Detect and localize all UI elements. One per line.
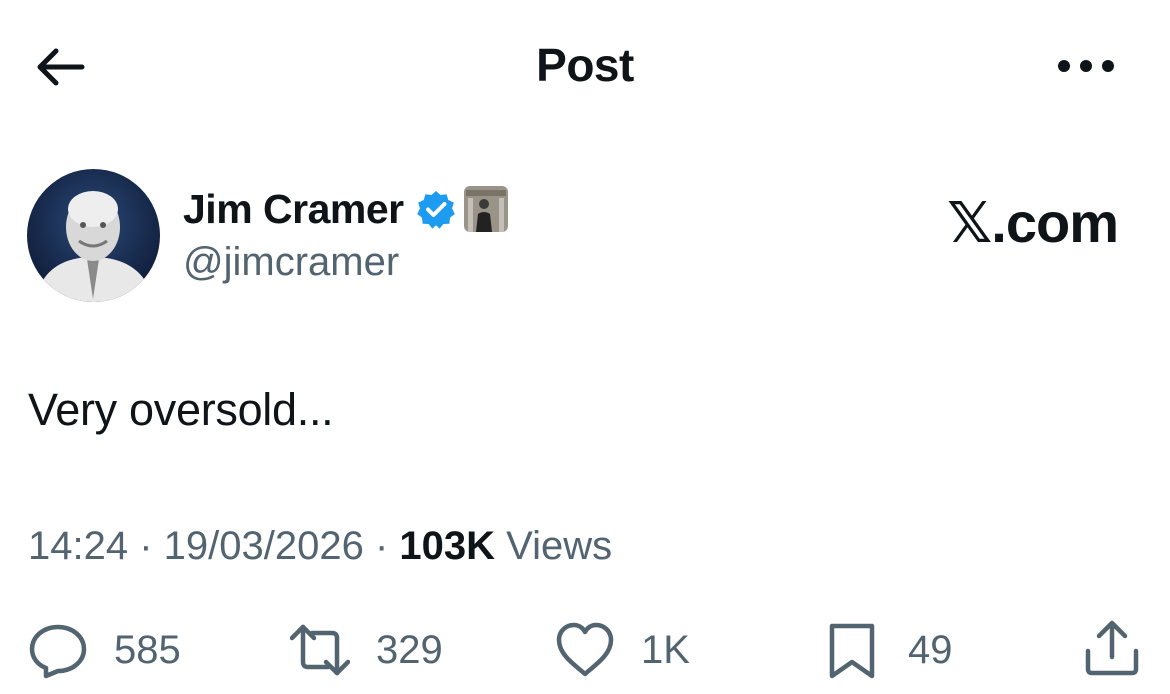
more-button[interactable] [1055,55,1117,77]
reply-button[interactable]: 585 [28,615,181,685]
avatar-image [27,169,160,302]
author-handle[interactable]: @jimcramer [183,240,399,285]
bookmark-button[interactable]: 49 [822,615,953,685]
reply-icon [29,624,87,679]
post-time[interactable]: 14:24 [28,524,128,568]
post-date[interactable]: 19/03/2026 [164,524,364,568]
meta-separator: · [363,524,400,568]
share-icon [1085,620,1139,676]
verified-badge-icon [416,191,455,229]
repost-icon [290,624,350,676]
page-title: Post [536,39,634,91]
post-text: Very oversold... [28,384,334,435]
affiliate-badge-icon[interactable] [463,186,508,232]
like-icon [556,622,614,677]
like-count: 1K [641,627,690,672]
avatar[interactable] [27,169,160,302]
views-count[interactable]: 103K [399,524,495,568]
header: Post [0,0,1170,130]
brand-watermark: 𝕏.com [947,191,1119,254]
author-name-row: Jim Cramer [183,183,508,235]
views-label[interactable]: Views [495,524,612,568]
share-button[interactable] [1082,617,1142,677]
author-name[interactable]: Jim Cramer [183,186,404,233]
repost-button[interactable]: 329 [290,615,443,685]
meta-separator: · [128,524,164,568]
like-button[interactable]: 1K [555,615,690,685]
repost-count: 329 [376,627,443,672]
action-bar: 585 329 1K 49 [0,615,1170,685]
post-meta: 14:24 · 19/03/2026 · 103K Views [28,524,612,569]
more-icon [1058,60,1114,72]
reply-count: 585 [114,627,181,672]
bookmark-count: 49 [908,627,953,672]
bookmark-icon [829,623,875,679]
